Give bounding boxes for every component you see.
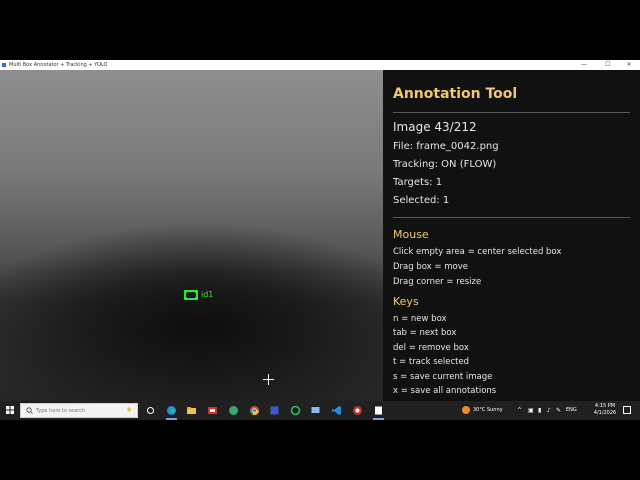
resize-handle-top-left[interactable] — [184, 290, 187, 293]
weather-text: 30°C Sunny — [473, 407, 503, 413]
network-icon[interactable]: ▣ — [528, 405, 534, 416]
image-counter: Image 43/212 — [393, 120, 477, 134]
app-icon-green-circle[interactable] — [290, 405, 301, 416]
app-icon-leaf[interactable] — [228, 405, 239, 416]
window-title: Multi Box Annotator + Tracking + YOLO — [9, 62, 108, 68]
divider — [393, 217, 630, 218]
clock-time: 4:15 PM — [594, 403, 616, 409]
windows-start-icon[interactable] — [2, 401, 18, 420]
key-help-line: x = save all annotations — [393, 386, 497, 396]
resize-handle-top-right[interactable] — [195, 290, 198, 293]
targets-count: Targets: 1 — [393, 177, 443, 188]
info-panel: Annotation Tool Image 43/212 File: frame… — [383, 70, 640, 401]
key-help-line: n = new box — [393, 314, 447, 324]
search-input[interactable] — [36, 404, 116, 417]
pen-icon[interactable]: ✎ — [556, 405, 561, 416]
search-icon — [26, 407, 33, 414]
app-icon-monitor[interactable] — [310, 405, 321, 416]
chrome-browser-icon[interactable] — [249, 405, 260, 416]
window-titlebar: Multi Box Annotator + Tracking + YOLO — … — [0, 60, 640, 70]
vscode-icon[interactable] — [331, 405, 342, 416]
resize-handle-bottom-left[interactable] — [184, 297, 187, 300]
divider — [393, 112, 630, 113]
mouse-help-line: Drag corner = resize — [393, 277, 482, 287]
bounding-box-label: id1 — [201, 290, 214, 299]
mouse-help-line: Click empty area = center selected box — [393, 247, 562, 257]
close-button[interactable]: ✕ — [618, 60, 640, 70]
sparkle-icon: ✦ — [125, 405, 134, 416]
chevron-up-icon[interactable]: ^ — [517, 405, 522, 416]
panel-title: Annotation Tool — [393, 86, 518, 102]
resize-handle-bottom-right[interactable] — [195, 297, 198, 300]
key-help-line: del = remove box — [393, 343, 469, 353]
key-help-line: t = track selected — [393, 357, 470, 367]
key-help-line: s = save current image — [393, 372, 493, 382]
taskbar-search[interactable]: ✦ — [20, 403, 138, 418]
app-icon-blue[interactable] — [269, 405, 280, 416]
maximize-button[interactable]: ☐ — [597, 60, 619, 70]
bounding-box[interactable] — [184, 290, 198, 300]
keys-heading: Keys — [393, 295, 419, 308]
active-app-indicator — [373, 418, 384, 420]
system-clock[interactable]: 4:15 PM 4/1/2026 — [590, 403, 620, 417]
language-indicator[interactable]: ENG — [566, 405, 577, 416]
app-icon-red[interactable] — [352, 405, 363, 416]
mouse-heading: Mouse — [393, 228, 429, 241]
notification-icon[interactable] — [623, 406, 631, 414]
notepad-icon[interactable] — [373, 405, 384, 416]
mouse-help-line: Drag box = move — [393, 262, 468, 272]
taskbar: ✦ — [0, 401, 640, 420]
app-icon — [2, 63, 6, 67]
task-view-icon[interactable] — [145, 405, 156, 416]
selected-count: Selected: 1 — [393, 195, 450, 206]
crosshair-cursor-icon — [263, 374, 274, 385]
battery-icon[interactable]: ▮ — [538, 405, 541, 416]
image-canvas[interactable]: id1 — [0, 70, 383, 401]
media-app-icon[interactable] — [207, 405, 218, 416]
minimize-button[interactable]: — — [573, 60, 595, 70]
edge-browser-icon[interactable] — [166, 405, 177, 416]
desktop-screen: Multi Box Annotator + Tracking + YOLO — … — [0, 60, 640, 420]
clock-date: 4/1/2026 — [593, 410, 617, 416]
volume-icon[interactable]: ♪ — [547, 405, 551, 416]
active-app-indicator — [166, 418, 177, 420]
tracking-status: Tracking: ON (FLOW) — [393, 159, 497, 170]
sun-icon — [462, 405, 470, 414]
file-name: File: frame_0042.png — [393, 141, 499, 152]
file-explorer-icon[interactable] — [186, 405, 197, 416]
weather-widget[interactable]: 30°C Sunny — [462, 405, 503, 416]
key-help-line: tab = next box — [393, 328, 457, 338]
